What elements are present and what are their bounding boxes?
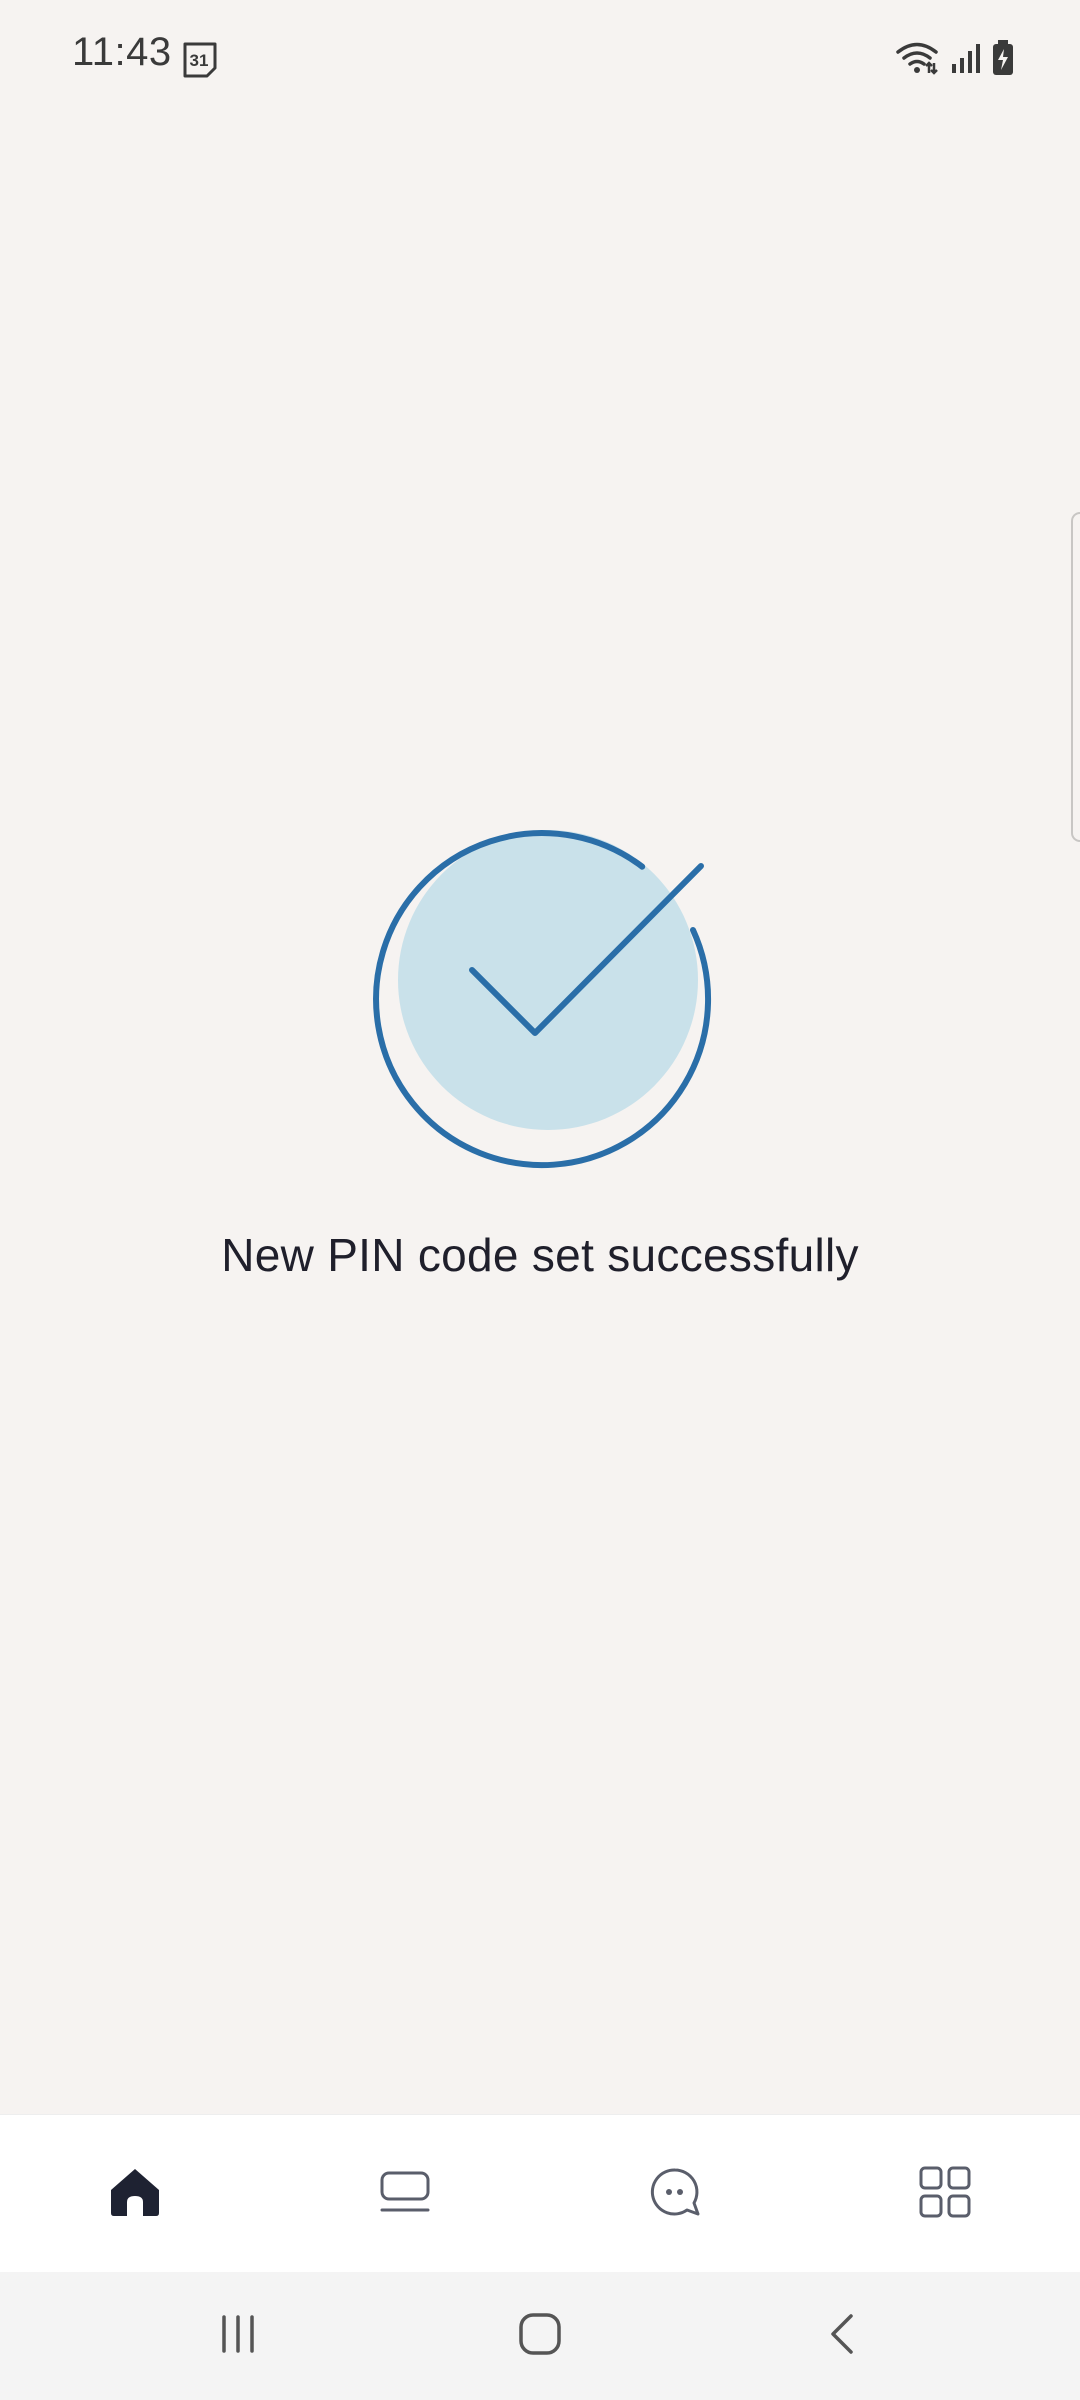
tab-cards[interactable] xyxy=(270,2115,540,2273)
wifi-icon xyxy=(896,41,938,80)
recent-apps-icon xyxy=(218,2314,258,2359)
success-message: New PIN code set successfully xyxy=(221,1229,859,1281)
screen: 11:43 31 New PIN code set successfully xyxy=(0,0,1080,2400)
back-button[interactable] xyxy=(742,2272,942,2400)
system-nav-bar xyxy=(0,2272,1080,2400)
home-icon xyxy=(107,2166,163,2223)
back-icon xyxy=(827,2312,857,2361)
checkmark-circle-icon xyxy=(360,820,720,1180)
status-bar: 11:43 31 xyxy=(0,0,1080,120)
tab-chat[interactable] xyxy=(540,2115,810,2273)
tab-home[interactable] xyxy=(0,2115,270,2273)
cards-icon xyxy=(379,2170,431,2219)
bottom-tab-bar xyxy=(0,2114,1080,2272)
tab-menu[interactable] xyxy=(810,2115,1080,2273)
grid-menu-icon xyxy=(919,2166,971,2223)
home-button-icon xyxy=(518,2312,562,2361)
home-button[interactable] xyxy=(440,2272,640,2400)
chat-icon xyxy=(649,2167,701,2222)
recent-apps-button[interactable] xyxy=(138,2272,338,2400)
status-icons xyxy=(896,39,1014,81)
calendar-day: 31 xyxy=(190,51,209,70)
battery-charging-icon xyxy=(992,39,1014,81)
signal-icon xyxy=(950,42,980,79)
edge-panel-handle[interactable] xyxy=(1071,512,1080,842)
calendar-icon: 31 xyxy=(182,40,218,78)
status-time: 11:43 xyxy=(72,30,172,74)
